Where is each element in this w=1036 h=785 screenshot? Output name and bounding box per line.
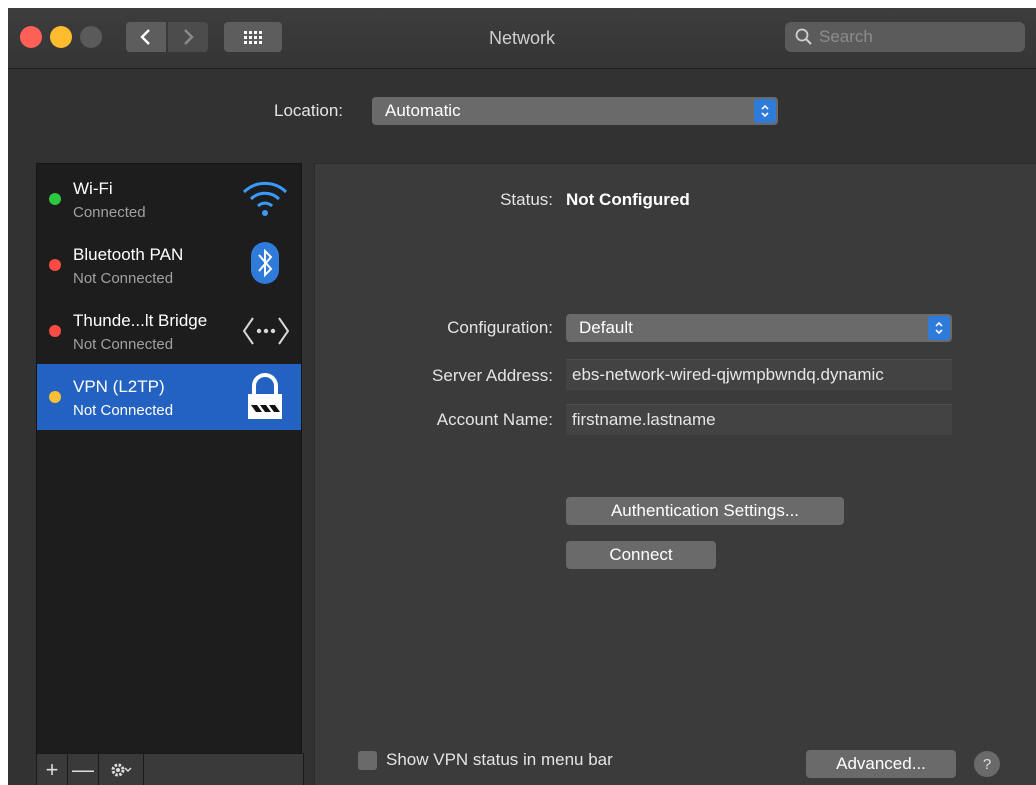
status-dot: [49, 391, 61, 403]
popup-arrows-icon: [754, 99, 776, 123]
service-list-toolbar: + —: [36, 753, 304, 785]
search-placeholder: Search: [819, 27, 873, 46]
advanced-button[interactable]: Advanced...: [806, 750, 956, 778]
service-status: Not Connected: [73, 270, 174, 287]
service-status: Connected: [73, 204, 146, 221]
server-address-value: ebs-network-wired-qjwmpbwndq.dynamic: [572, 365, 884, 384]
status-value: Not Configured: [566, 190, 690, 209]
remove-service-button[interactable]: —: [68, 754, 99, 785]
detail-panel: [314, 163, 1036, 785]
account-name-label: Account Name:: [436, 410, 553, 429]
popup-arrows-icon: [928, 316, 950, 340]
show-vpn-status-label: Show VPN status in menu bar: [386, 750, 613, 769]
search-field[interactable]: Search: [785, 22, 1025, 52]
server-address-label: Server Address:: [432, 366, 553, 385]
vpn-lock-icon: [248, 373, 282, 419]
thunderbolt-bridge-icon: [242, 317, 290, 345]
status-dot: [49, 193, 61, 205]
title-bar: Network Search: [8, 8, 1036, 69]
search-icon: [795, 28, 812, 45]
location-value: Automatic: [385, 101, 461, 120]
account-name-field[interactable]: firstname.lastname: [566, 404, 952, 435]
service-item-thunderbolt-bridge[interactable]: Thunde...lt Bridge Not Connected: [37, 298, 301, 364]
account-name-value: firstname.lastname: [572, 410, 716, 429]
service-name: Wi-Fi: [73, 179, 113, 198]
service-item-bluetooth-pan[interactable]: Bluetooth PAN Not Connected: [37, 232, 301, 298]
service-name: Thunde...lt Bridge: [73, 311, 208, 330]
status-dot: [49, 259, 61, 271]
wifi-icon: [242, 181, 288, 216]
status-label: Status:: [500, 190, 553, 209]
service-status: Not Connected: [73, 336, 174, 353]
bluetooth-icon: [251, 242, 279, 284]
service-list: Wi-Fi Connected Bluetooth PAN Not Connec…: [36, 163, 302, 755]
gear-icon: [111, 763, 132, 777]
network-preferences-window: Network Search Location: Automatic Wi-Fi…: [8, 8, 1036, 785]
configuration-popup[interactable]: Default: [566, 314, 952, 342]
show-vpn-status-checkbox[interactable]: [358, 751, 377, 770]
service-item-wifi[interactable]: Wi-Fi Connected: [37, 166, 301, 232]
add-service-button[interactable]: +: [37, 754, 68, 785]
configuration-value: Default: [579, 318, 633, 337]
configuration-label: Configuration:: [447, 318, 553, 337]
service-name: VPN (L2TP): [73, 377, 165, 396]
location-label: Location:: [274, 101, 343, 120]
server-address-field[interactable]: ebs-network-wired-qjwmpbwndq.dynamic: [566, 359, 952, 390]
connect-button[interactable]: Connect: [566, 541, 716, 569]
help-button[interactable]: ?: [974, 751, 1000, 777]
service-name: Bluetooth PAN: [73, 245, 184, 264]
authentication-settings-button[interactable]: Authentication Settings...: [566, 497, 844, 525]
status-dot: [49, 325, 61, 337]
service-item-vpn-l2tp[interactable]: VPN (L2TP) Not Connected: [37, 364, 301, 430]
location-popup[interactable]: Automatic: [372, 97, 778, 125]
action-menu-button[interactable]: [99, 754, 144, 785]
service-status: Not Connected: [73, 402, 174, 419]
